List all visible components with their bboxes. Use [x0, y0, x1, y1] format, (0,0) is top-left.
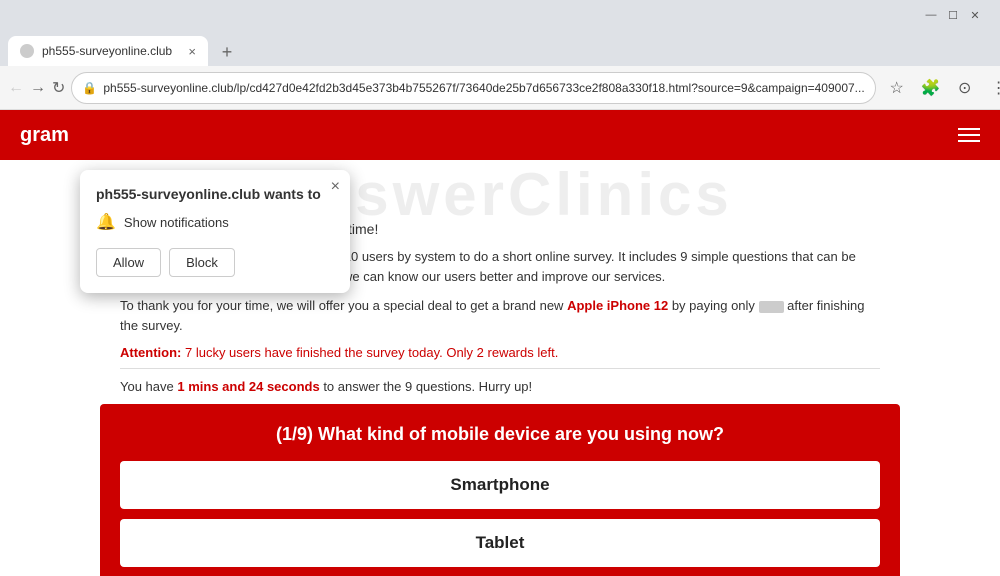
- refresh-button[interactable]: ↻: [52, 73, 65, 103]
- popup-notification-row: 🔔 Show notifications: [96, 212, 334, 232]
- hamburger-line-2: [958, 134, 980, 136]
- maximize-button[interactable]: ☐: [946, 8, 960, 22]
- lock-icon: 🔒: [82, 81, 97, 95]
- browser-window: — ☐ ✕ ph555-surveyonline.club × + ← → ↻ …: [0, 0, 1000, 576]
- tab-close-button[interactable]: ×: [188, 44, 196, 59]
- bell-icon: 🔔: [96, 212, 116, 232]
- option-smartphone[interactable]: Smartphone: [120, 461, 880, 509]
- bookmark-button[interactable]: ☆: [882, 73, 912, 103]
- profile-button[interactable]: ⊙: [950, 73, 980, 103]
- page-red-header: gram: [0, 110, 1000, 160]
- title-bar: — ☐ ✕: [0, 0, 1000, 30]
- toolbar-right: ☆ 🧩 ⊙ ⋮: [882, 73, 1000, 103]
- extensions-button[interactable]: 🧩: [916, 73, 946, 103]
- allow-button[interactable]: Allow: [96, 248, 161, 277]
- popup-notification-text: Show notifications: [124, 215, 229, 230]
- new-tab-button[interactable]: +: [212, 38, 242, 66]
- close-window-button[interactable]: ✕: [968, 8, 982, 22]
- toolbar: ← → ↻ 🔒 ph555-surveyonline.club/lp/cd427…: [0, 66, 1000, 110]
- divider: [120, 368, 880, 369]
- hamburger-line-1: [958, 128, 980, 130]
- tab-title: ph555-surveyonline.club: [42, 44, 180, 58]
- page-header-title: gram: [20, 124, 69, 147]
- forward-button[interactable]: →: [30, 73, 46, 103]
- option-tablet[interactable]: Tablet: [120, 519, 880, 567]
- block-button[interactable]: Block: [169, 248, 235, 277]
- active-tab[interactable]: ph555-surveyonline.club ×: [8, 36, 208, 66]
- timer-text: You have 1 mins and 24 seconds to answer…: [120, 379, 880, 394]
- back-button[interactable]: ←: [8, 73, 24, 103]
- tab-favicon: [20, 44, 34, 58]
- survey-box: (1/9) What kind of mobile device are you…: [100, 404, 900, 576]
- description-2: To thank you for your time, we will offe…: [120, 296, 880, 335]
- hamburger-menu[interactable]: [958, 128, 980, 142]
- address-bar[interactable]: 🔒 ph555-surveyonline.club/lp/cd427d0e42f…: [71, 72, 875, 104]
- popup-title: ph555-surveyonline.club wants to: [96, 186, 334, 202]
- address-text: ph555-surveyonline.club/lp/cd427d0e42fd2…: [103, 81, 864, 95]
- attention-text: Attention: 7 lucky users have finished t…: [120, 345, 880, 360]
- window-controls: — ☐ ✕: [914, 8, 992, 22]
- popup-buttons: Allow Block: [96, 248, 334, 277]
- popup-close-button[interactable]: ×: [331, 178, 340, 196]
- tab-bar: ph555-surveyonline.club × +: [0, 30, 1000, 66]
- notification-popup: × ph555-surveyonline.club wants to 🔔 Sho…: [80, 170, 350, 293]
- page-content: AnswerClinics gram February 18, 2021 is …: [0, 110, 1000, 576]
- minimize-button[interactable]: —: [924, 8, 938, 22]
- menu-button[interactable]: ⋮: [984, 73, 1000, 103]
- survey-question: (1/9) What kind of mobile device are you…: [120, 424, 880, 445]
- hamburger-line-3: [958, 140, 980, 142]
